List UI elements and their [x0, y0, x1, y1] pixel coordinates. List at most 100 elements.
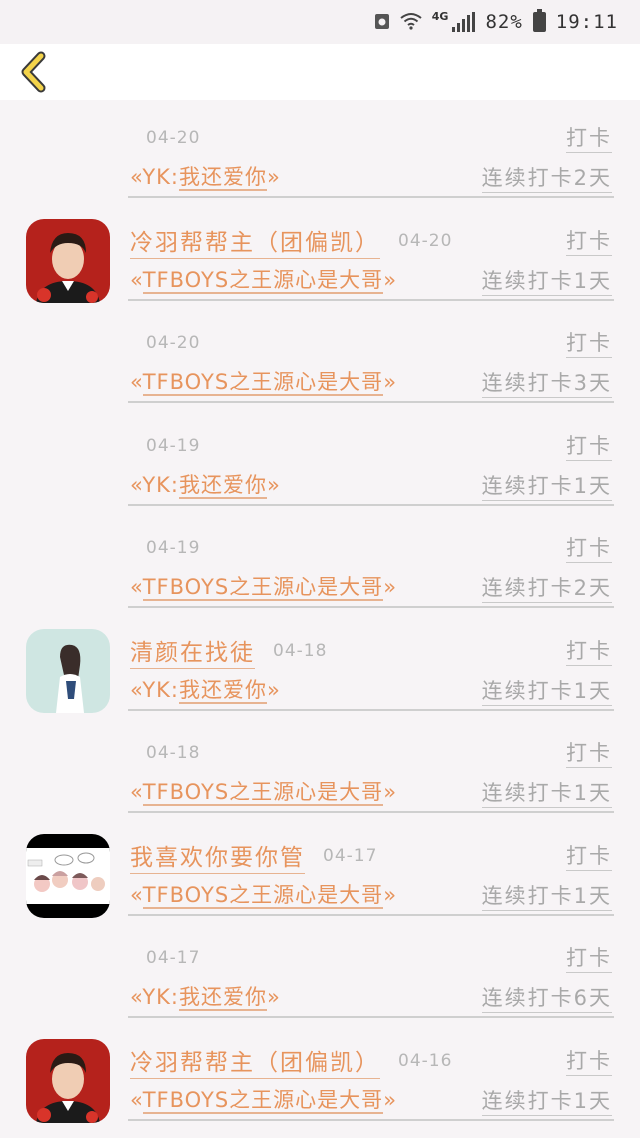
record-header: 冷羽帮帮主（团偏凯） 04-20 打卡	[130, 223, 612, 259]
streak-count: 连续打卡2天	[481, 162, 612, 193]
group-open: «	[130, 780, 143, 804]
group-open: «YK:	[130, 165, 179, 189]
group-open: «	[130, 267, 143, 292]
record-body: «TFBOYS之王源心是大哥» 连续打卡1天	[130, 874, 612, 914]
group-link[interactable]: «TFBOYS之王源心是大哥»	[130, 776, 397, 806]
avatar[interactable]	[26, 1038, 110, 1123]
group-open: «YK:	[130, 677, 179, 702]
status-bar: 4G 82% 19:11	[0, 0, 640, 44]
network-type: 4G	[431, 9, 449, 23]
group-open: «	[130, 1087, 143, 1112]
divider	[128, 606, 614, 608]
checkin-button[interactable]: 打卡	[566, 635, 612, 666]
group-link[interactable]: «YK:我还爱你»	[130, 469, 281, 499]
group-name: TFBOYS之王源心是大哥	[142, 267, 384, 294]
streak-count: 连续打卡6天	[481, 982, 612, 1013]
signal-icon	[452, 12, 476, 32]
avatar[interactable]	[26, 628, 110, 713]
divider	[128, 503, 614, 506]
record-date: 04-20	[398, 230, 453, 251]
checkin-button[interactable]: 打卡	[566, 942, 612, 973]
checkin-record: 清颜在找徒 04-18 打卡 «YK:我还爱你» 连续打卡1天	[0, 613, 640, 716]
app-header	[0, 44, 640, 100]
group-name: 我还爱你	[179, 165, 267, 191]
group-close: »	[383, 575, 398, 599]
group-link[interactable]: «YK:我还爱你»	[130, 981, 281, 1011]
checkin-button[interactable]: 打卡	[566, 327, 612, 358]
streak-count: 连续打卡1天	[481, 777, 612, 808]
record-date: 04-19	[146, 538, 201, 558]
divider	[128, 298, 614, 301]
checkin-button[interactable]: 打卡	[566, 122, 612, 153]
group-close: »	[383, 1087, 398, 1112]
group-name: 我还爱你	[179, 472, 267, 499]
record-header: 04-19 打卡	[130, 428, 612, 464]
group-link[interactable]: «YK:我还爱你»	[130, 674, 281, 704]
group-link[interactable]: «YK:我还爱你»	[130, 161, 281, 191]
wifi-icon	[400, 12, 422, 33]
checkin-button[interactable]: 打卡	[566, 225, 612, 256]
user-name[interactable]: 冷羽帮帮主（团偏凯）	[130, 1043, 380, 1079]
streak-count: 连续打卡1天	[481, 675, 612, 706]
record-body: «TFBOYS之王源心是大哥» 连续打卡1天	[130, 771, 612, 811]
group-name: TFBOYS之王源心是大哥	[142, 780, 384, 806]
record-body: «YK:我还爱你» 连续打卡6天	[130, 976, 612, 1016]
group-link[interactable]: «TFBOYS之王源心是大哥»	[130, 879, 397, 909]
back-button[interactable]	[12, 50, 56, 94]
group-close: »	[383, 370, 398, 394]
checkin-record: 我喜欢你要你管 04-17 打卡 «TFBOYS之王源心是大哥» 连续打卡1天	[0, 818, 640, 921]
group-close: »	[383, 882, 398, 907]
checkin-record: 04-20 打卡 «YK:我还爱你» 连续打卡2天	[0, 100, 640, 203]
checkin-button[interactable]: 打卡	[566, 737, 612, 768]
chevron-left-icon	[21, 51, 46, 93]
record-header: 冷羽帮帮主（团偏凯） 04-16 打卡	[130, 1043, 612, 1079]
group-open: «	[130, 882, 143, 907]
record-header: 清颜在找徒 04-18 打卡	[130, 633, 612, 669]
group-close: »	[383, 267, 398, 292]
group-name: TFBOYS之王源心是大哥	[142, 575, 384, 601]
record-date: 04-16	[398, 1050, 453, 1071]
group-link[interactable]: «TFBOYS之王源心是大哥»	[130, 1084, 397, 1114]
group-open: «	[130, 575, 143, 599]
divider	[128, 1118, 614, 1121]
group-name: TFBOYS之王源心是大哥	[142, 1087, 384, 1114]
checkin-button[interactable]: 打卡	[566, 840, 612, 871]
checkin-button[interactable]: 打卡	[566, 532, 612, 563]
record-date: 04-18	[146, 743, 201, 763]
checkin-record: 04-19 打卡 «YK:我还爱你» 连续打卡1天	[0, 408, 640, 511]
clock: 19:11	[555, 11, 618, 33]
group-link[interactable]: «TFBOYS之王源心是大哥»	[130, 571, 397, 601]
group-open: «YK:	[130, 472, 179, 497]
notification-icon	[374, 12, 390, 33]
streak-count: 连续打卡2天	[481, 572, 612, 603]
group-close: »	[383, 780, 398, 804]
record-body: «TFBOYS之王源心是大哥» 连续打卡3天	[130, 361, 612, 401]
avatar[interactable]	[26, 218, 110, 303]
record-date: 04-19	[146, 435, 201, 456]
divider	[128, 196, 614, 198]
checkin-button[interactable]: 打卡	[566, 1045, 612, 1076]
group-name: 我还爱你	[179, 985, 267, 1011]
battery-icon	[532, 9, 546, 32]
avatar[interactable]	[26, 833, 110, 918]
battery-percent: 82%	[485, 11, 523, 33]
checkin-record: 冷羽帮帮主（团偏凯） 04-16 打卡 «TFBOYS之王源心是大哥» 连续打卡1天	[0, 1023, 640, 1126]
record-date: 04-17	[146, 948, 201, 968]
checkin-record: 04-20 打卡 «TFBOYS之王源心是大哥» 连续打卡3天	[0, 305, 640, 408]
checkin-button[interactable]: 打卡	[566, 430, 612, 461]
group-open: «YK:	[130, 985, 179, 1009]
user-name[interactable]: 冷羽帮帮主（团偏凯）	[130, 223, 380, 259]
group-name: TFBOYS之王源心是大哥	[142, 882, 384, 909]
group-link[interactable]: «TFBOYS之王源心是大哥»	[130, 366, 397, 396]
record-body: «YK:我还爱你» 连续打卡1天	[130, 669, 612, 709]
record-header: 04-17 打卡	[130, 940, 612, 976]
divider	[128, 913, 614, 916]
user-name[interactable]: 我喜欢你要你管	[130, 838, 305, 874]
group-link[interactable]: «TFBOYS之王源心是大哥»	[130, 264, 397, 294]
checkin-record: 04-19 打卡 «TFBOYS之王源心是大哥» 连续打卡2天	[0, 510, 640, 613]
checkin-list: 04-20 打卡 «YK:我还爱你» 连续打卡2天 冷羽帮帮主（团偏凯） 04-20 打卡 «…	[0, 100, 640, 1125]
user-name[interactable]: 清颜在找徒	[130, 633, 255, 669]
record-header: 04-20 打卡	[130, 120, 612, 156]
streak-count: 连续打卡3天	[481, 367, 612, 398]
streak-count: 连续打卡1天	[481, 265, 612, 296]
